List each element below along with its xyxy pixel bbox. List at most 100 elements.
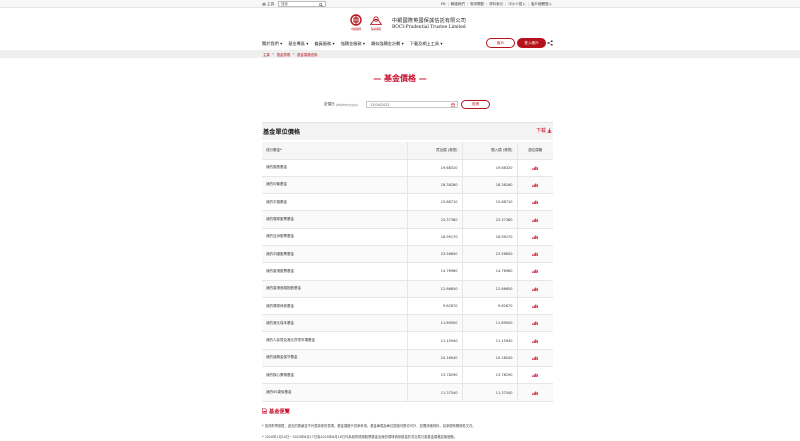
bar-chart-icon[interactable] xyxy=(532,235,538,239)
lang-switch[interactable]: EN xyxy=(441,2,446,6)
fund-name[interactable]: 我的人民幣及港元貨幣市場基金 xyxy=(262,331,407,350)
bar-chart-icon[interactable] xyxy=(532,183,538,187)
fund-name[interactable]: 我的亞洲股票基金 xyxy=(262,228,407,246)
breadcrumb-home[interactable]: 主頁 xyxy=(263,52,270,57)
search-input[interactable] xyxy=(281,2,317,6)
historical-price-cell xyxy=(516,193,553,212)
date-format-hint: (dd/mm/yyyy) xyxy=(335,102,359,107)
utility-link-contact[interactable]: 聯絡我們 xyxy=(451,2,465,7)
brand-header[interactable]: 中銀國際 保誠保險 中銀國際英國保誠信託有限公司 BOCI-Prudential… xyxy=(349,13,466,33)
utility-links: EN | 聯絡我們 | 常用問題 | 資料索引 | 中小人登入 | 客戶總體登入 xyxy=(440,1,552,7)
bar-chart-icon[interactable] xyxy=(532,269,538,274)
bid-price: 15.68710 xyxy=(406,193,462,212)
home-link[interactable]: 主頁 xyxy=(262,1,274,7)
offer-price: 23.56650 xyxy=(461,245,517,264)
fund-name[interactable]: 我的均衡基金 xyxy=(262,176,407,195)
nav-item-about[interactable]: 關於我們 ▾ xyxy=(262,41,282,47)
col-historical-price: 過往價格 xyxy=(516,142,553,160)
utility-bar xyxy=(0,0,800,8)
query-button[interactable]: 查詢 xyxy=(461,100,490,109)
table-title: 基金單位價格 xyxy=(263,129,301,136)
bar-chart-icon[interactable] xyxy=(532,321,538,326)
customer-button[interactable]: 客戶 xyxy=(486,38,515,48)
bar-chart-icon[interactable] xyxy=(532,200,538,205)
bid-price: 11.15940 xyxy=(406,331,462,350)
historical-price-cell xyxy=(516,314,553,333)
utility-link-sme-login[interactable]: 中小人登入 xyxy=(508,2,526,7)
table-row: 我的香港股票基金 14.76960 14.76960 xyxy=(262,262,553,281)
download-label: 下載 xyxy=(536,128,547,134)
fund-factsheet-heading[interactable]: 基金便覽 xyxy=(262,407,290,415)
historical-price-cell xyxy=(516,280,553,298)
fund-name[interactable]: 我的香港股票基金 xyxy=(262,262,407,281)
table-row: 我的港元保本基金 11.69500 11.69500 xyxy=(262,314,553,333)
bar-chart-icon[interactable] xyxy=(532,287,538,291)
main-nav: 關於我們 ▾ 基金專區 ▾ 僱員服務 ▾ 強積金服務 ▾ 類似強積金計劃 ▾ 下… xyxy=(262,39,443,48)
login-button[interactable]: 登入帳戶 xyxy=(517,38,546,48)
offer-price: 13.78290 xyxy=(461,366,517,385)
date-input[interactable]: 13/04/2022 xyxy=(366,101,458,108)
utility-link-index[interactable]: 資料索引 xyxy=(489,2,503,7)
brand-name-cn: 中銀國際英國保誠信託有限公司 xyxy=(392,17,467,24)
bar-chart-icon[interactable] xyxy=(532,356,538,360)
nav-item-funds[interactable]: 基金專區 ▾ xyxy=(288,41,308,47)
fund-name[interactable]: 我的平穩基金 xyxy=(262,193,407,212)
fund-name[interactable]: 我的強積金保守基金 xyxy=(262,349,407,368)
nav-item-mpf[interactable]: 強積金服務 ▾ xyxy=(341,41,365,47)
home-icon xyxy=(262,2,266,6)
bar-chart-icon[interactable] xyxy=(532,304,538,309)
download-link[interactable]: 下載 xyxy=(536,127,552,134)
utility-link-customer-login[interactable]: 客戶總體登入 xyxy=(531,2,552,7)
boc-logo: 中銀國際 xyxy=(349,13,363,33)
fund-name[interactable]: 我的核心累積基金 xyxy=(262,366,407,385)
bar-chart-icon[interactable] xyxy=(532,252,538,257)
bar-chart-icon[interactable] xyxy=(532,166,538,170)
nav-item-similar-plans[interactable]: 類似強積金計劃 ▾ xyxy=(371,41,404,47)
fund-name[interactable]: 我的中國股票基金 xyxy=(262,245,407,264)
boc-logo-caption: 中銀國際 xyxy=(350,27,362,31)
historical-price-cell xyxy=(516,297,553,316)
fund-name[interactable]: 我的65歲後基金 xyxy=(262,383,407,402)
table-row: 我的香港追蹤指數基金 12.66650 12.66650 xyxy=(262,280,553,298)
fund-factsheet-label: 基金便覽 xyxy=(269,408,290,415)
nav-item-employee[interactable]: 僱員服務 ▾ xyxy=(314,41,334,47)
bar-chart-icon[interactable] xyxy=(532,218,538,222)
fund-price-table: 成分基金* 買出價 (港幣) 贖入價 (港幣) 過往價格 我的價長基金 19.68… xyxy=(262,142,553,402)
fund-name[interactable]: 我的香港追蹤指數基金 xyxy=(262,280,407,298)
fund-name[interactable]: 我的價長基金 xyxy=(262,159,407,177)
breadcrumb: 主頁 > 基金表現 > 基金價格查詢 xyxy=(263,52,318,57)
table-row: 我的核心累積基金 13.78290 13.78290 xyxy=(262,366,553,385)
table-row: 我的65歲後基金 11.37540 11.37540 xyxy=(262,383,553,402)
bid-price: 13.78290 xyxy=(406,366,462,385)
offer-price: 14.76960 xyxy=(461,262,517,281)
search-icon[interactable] xyxy=(319,2,323,7)
bid-price: 11.37540 xyxy=(406,383,462,402)
prudential-logo-icon xyxy=(370,15,382,25)
historical-price-cell xyxy=(516,349,553,368)
fund-name[interactable]: 我的港元保本基金 xyxy=(262,314,407,333)
bar-chart-icon[interactable] xyxy=(532,373,538,378)
breadcrumb-fund-performance[interactable]: 基金表現 xyxy=(277,52,291,57)
col-fund-name: 成分基金* xyxy=(262,142,407,160)
share-icon[interactable] xyxy=(547,40,553,46)
date-selector: 定價日 (dd/mm/yyyy) xyxy=(324,100,358,109)
fund-name[interactable]: 我的環球債券基金 xyxy=(262,297,407,316)
offer-price: 23.37380 xyxy=(461,210,517,229)
bar-chart-icon[interactable] xyxy=(532,391,538,395)
table-header-bar xyxy=(262,122,553,140)
calendar-icon[interactable] xyxy=(451,103,455,107)
fund-name[interactable]: 我的環球股票基金 xyxy=(262,210,407,229)
nav-item-downloads[interactable]: 下載及網上工具 ▾ xyxy=(410,41,443,47)
bid-price: 12.66650 xyxy=(406,280,462,298)
bid-price: 10.16040 xyxy=(406,349,462,368)
prudential-logo-caption: 保誠保險 xyxy=(370,27,382,31)
search-box[interactable] xyxy=(278,1,326,7)
breadcrumb-bar xyxy=(0,50,800,58)
historical-price-cell xyxy=(516,245,553,264)
bid-price: 14.76960 xyxy=(406,262,462,281)
bar-chart-icon[interactable] xyxy=(532,339,538,343)
prudential-logo: 保誠保險 xyxy=(367,14,385,33)
col-offer-price: 贖入價 (港幣) xyxy=(461,142,517,160)
utility-link-faq[interactable]: 常用問題 xyxy=(470,2,484,7)
breadcrumb-current: 基金價格查詢 xyxy=(297,52,318,57)
